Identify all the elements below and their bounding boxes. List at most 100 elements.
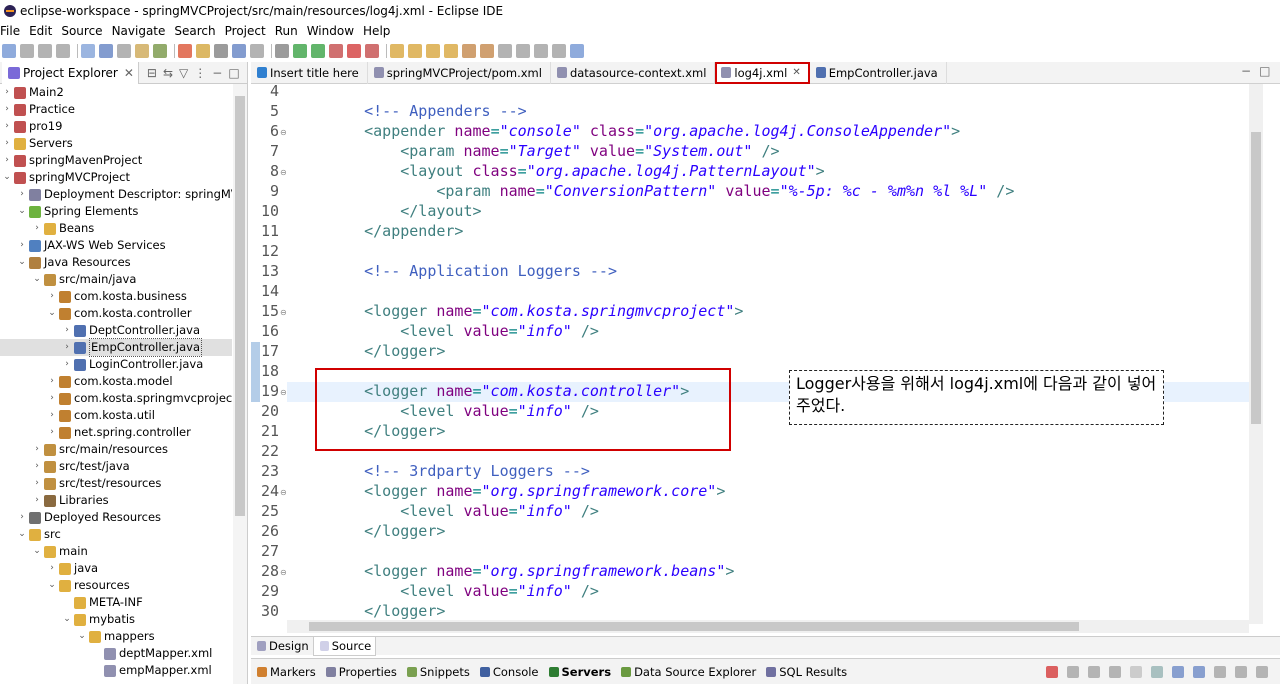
toolbar-button-icon[interactable] [250, 44, 264, 58]
tree-item[interactable]: ⌄ src/main/java [0, 271, 232, 288]
scrollbar-thumb[interactable] [1251, 132, 1261, 424]
tree-twisty-icon[interactable]: ⌄ [62, 611, 72, 628]
menu-item-window[interactable]: Window [307, 24, 354, 38]
tree-twisty-icon[interactable]: ⌄ [32, 543, 42, 560]
close-icon[interactable]: ✕ [124, 66, 134, 80]
tree-item[interactable]: › java [0, 560, 232, 577]
panel-toolbar-icon[interactable] [1235, 665, 1247, 678]
toolbar-button-icon[interactable] [552, 44, 566, 58]
panel-toolbar-icon[interactable] [1172, 665, 1184, 678]
code-editor[interactable]: 45 <!-- Appenders --> 6 ⊖ <appender name="… [251, 84, 1251, 624]
tree-item[interactable]: › src/test/java [0, 458, 232, 475]
toolbar-button-icon[interactable] [390, 44, 404, 58]
menu-item-edit[interactable]: Edit [29, 24, 52, 38]
tree-item[interactable]: › Practice [0, 101, 232, 118]
panel-tab-properties[interactable]: Properties [324, 665, 397, 679]
tree-item[interactable]: › src/main/resources [0, 441, 232, 458]
toolbar-button-icon[interactable] [480, 44, 494, 58]
tree-twisty-icon[interactable]: › [62, 339, 72, 356]
tree-twisty-icon[interactable]: › [2, 152, 12, 169]
tree-item[interactable]: › pro19 [0, 118, 232, 135]
tree-twisty-icon[interactable]: › [17, 509, 27, 526]
menu-item-file[interactable]: File [0, 24, 20, 38]
editor-tab[interactable]: springMVCProject/pom.xml [368, 61, 551, 84]
tree-twisty-icon[interactable]: ⌄ [2, 169, 12, 186]
project-tree-scrollbar[interactable] [233, 84, 247, 684]
menu-item-project[interactable]: Project [225, 24, 266, 38]
tree-twisty-icon[interactable]: › [47, 424, 57, 441]
tree-item[interactable]: › com.kosta.springmvcproject [0, 390, 232, 407]
fold-toggle-icon[interactable]: ⊖ [280, 488, 287, 497]
scrollbar-thumb[interactable] [309, 622, 1079, 631]
tree-twisty-icon[interactable]: › [2, 84, 12, 101]
tree-item[interactable]: ⌄ Spring Elements [0, 203, 232, 220]
minimize-icon[interactable]: − [1241, 64, 1251, 78]
toolbar-button-icon[interactable] [20, 44, 34, 58]
toolbar-button-icon[interactable] [81, 44, 95, 58]
tree-twisty-icon[interactable]: › [32, 458, 42, 475]
tree-twisty-icon[interactable]: › [62, 356, 72, 373]
tree-item[interactable]: › LoginController.java [0, 356, 232, 373]
panel-tab-servers[interactable]: Servers [547, 665, 611, 679]
tab-design[interactable]: Design [251, 637, 313, 656]
panel-toolbar-icon[interactable] [1193, 665, 1205, 678]
toolbar-button-icon[interactable] [293, 44, 307, 58]
tree-twisty-icon[interactable]: ⌄ [17, 203, 27, 220]
tree-item[interactable]: › com.kosta.model [0, 373, 232, 390]
editor-tab[interactable]: EmpController.java [810, 61, 947, 84]
link-editor-icon[interactable]: ⇆ [163, 66, 173, 80]
tree-twisty-icon[interactable]: › [2, 101, 12, 118]
tree-item[interactable]: deptMapper.xml [0, 645, 232, 662]
toolbar-button-icon[interactable] [311, 44, 325, 58]
panel-toolbar-icon[interactable] [1088, 665, 1100, 678]
tree-item[interactable]: › Libraries [0, 492, 232, 509]
toolbar-button-icon[interactable] [534, 44, 548, 58]
tree-item[interactable]: › springMavenProject [0, 152, 232, 169]
tree-twisty-icon[interactable]: › [17, 237, 27, 254]
tree-item[interactable]: ⌄ springMVCProject [0, 169, 232, 186]
panel-toolbar-icon[interactable] [1214, 665, 1226, 678]
tree-twisty-icon[interactable]: ⌄ [17, 254, 27, 271]
toolbar-button-icon[interactable] [444, 44, 458, 58]
panel-tab-console[interactable]: Console [478, 665, 539, 679]
tree-item[interactable]: ⌄ resources [0, 577, 232, 594]
tree-item[interactable]: ⌄ mybatis [0, 611, 232, 628]
panel-toolbar-icon[interactable] [1046, 665, 1058, 678]
tree-item[interactable]: › Beans [0, 220, 232, 237]
tree-twisty-icon[interactable]: › [62, 322, 72, 339]
toolbar-button-icon[interactable] [275, 44, 289, 58]
tree-item[interactable]: › Servers [0, 135, 232, 152]
toolbar-button-icon[interactable] [408, 44, 422, 58]
tree-item[interactable]: ⌄ main [0, 543, 232, 560]
tree-twisty-icon[interactable]: › [47, 407, 57, 424]
tree-item[interactable]: › src/test/resources [0, 475, 232, 492]
close-icon[interactable]: ✕ [792, 67, 800, 78]
menu-item-source[interactable]: Source [61, 24, 102, 38]
tree-item[interactable]: › DeptController.java [0, 322, 232, 339]
tree-item[interactable]: › net.spring.controller [0, 424, 232, 441]
editor-tab[interactable]: datasource-context.xml [551, 61, 716, 84]
panel-tab-markers[interactable]: Markers [255, 665, 316, 679]
tree-twisty-icon[interactable]: ⌄ [47, 305, 57, 322]
tab-project-explorer[interactable]: Project Explorer ✕ [2, 61, 139, 84]
fold-toggle-icon[interactable]: ⊖ [280, 168, 287, 177]
tree-twisty-icon[interactable]: ⌄ [32, 271, 42, 288]
maximize-icon[interactable]: □ [1259, 64, 1270, 78]
panel-tab-data-source-explorer[interactable]: Data Source Explorer [619, 665, 756, 679]
toolbar-button-icon[interactable] [365, 44, 379, 58]
tree-item[interactable]: ⌄ mappers [0, 628, 232, 645]
editor-tab[interactable]: Insert title here [251, 61, 368, 84]
toolbar-button-icon[interactable] [178, 44, 192, 58]
scrollbar-thumb[interactable] [235, 96, 245, 516]
editor-vertical-scrollbar[interactable] [1249, 84, 1263, 624]
tree-twisty-icon[interactable]: › [32, 441, 42, 458]
maximize-icon[interactable]: □ [228, 66, 239, 80]
menu-item-run[interactable]: Run [275, 24, 298, 38]
toolbar-button-icon[interactable] [498, 44, 512, 58]
toolbar-button-icon[interactable] [426, 44, 440, 58]
tree-item[interactable]: › com.kosta.util [0, 407, 232, 424]
tree-item[interactable]: › Deployment Descriptor: springMVCPr [0, 186, 232, 203]
tree-twisty-icon[interactable]: › [47, 288, 57, 305]
toolbar-button-icon[interactable] [570, 44, 584, 58]
editor-tab[interactable]: log4j.xml ✕ [715, 61, 810, 84]
